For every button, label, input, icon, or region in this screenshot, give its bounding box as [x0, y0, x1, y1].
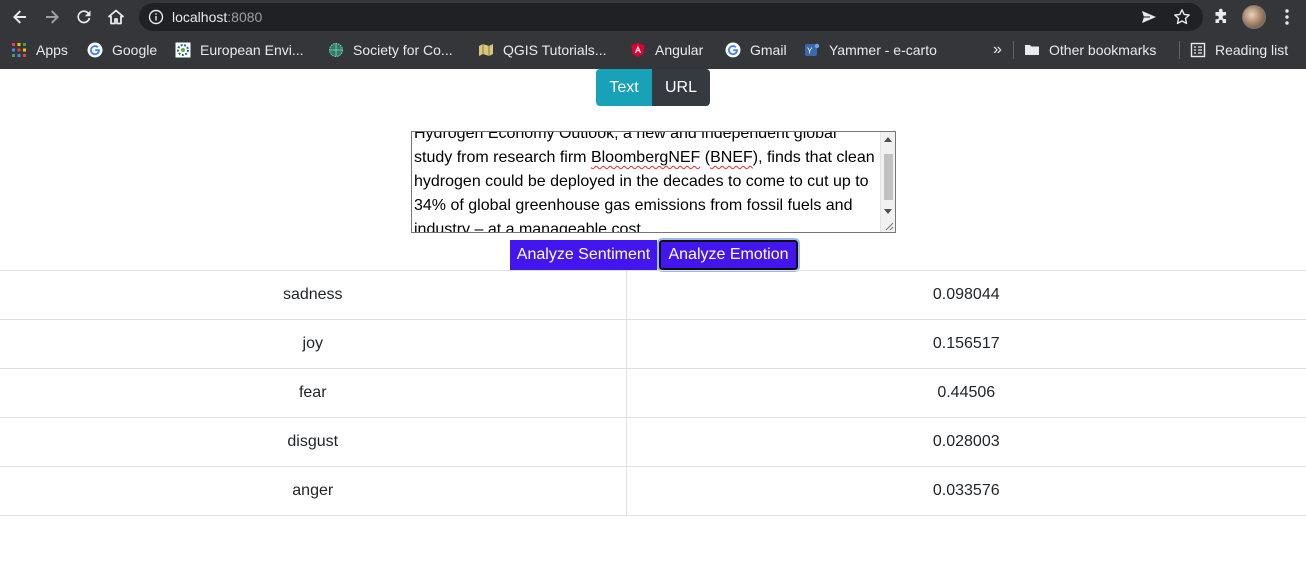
scroll-up-arrow-icon[interactable]: [884, 137, 892, 142]
text-fragment: ), finds that clean: [752, 149, 875, 166]
google-icon: [87, 42, 103, 58]
address-bar[interactable]: localhost:8080: [139, 3, 1203, 31]
reading-list-icon: [1190, 42, 1206, 58]
text-input[interactable]: Hydrogen Economy Outlook, a new and inde…: [411, 131, 896, 233]
table-row: disgust 0.028003: [0, 417, 1306, 467]
emotion-label: sadness: [0, 270, 627, 320]
send-icon[interactable]: [1140, 8, 1158, 26]
analyze-sentiment-button[interactable]: Analyze Sentiment: [510, 240, 657, 270]
bookmark-label: Angular: [655, 42, 704, 58]
resize-handle-icon[interactable]: [883, 220, 894, 231]
other-bookmarks-folder[interactable]: Other bookmarks: [1024, 39, 1156, 61]
google-icon: [725, 42, 741, 58]
overflow-label: »: [993, 41, 1002, 58]
emotion-score: 0.156517: [626, 319, 1306, 369]
bookmarks-bar: Apps Google European Envi... Society for…: [0, 35, 1306, 65]
bookmark-label: QGIS Tutorials...: [503, 42, 607, 58]
angular-icon: [630, 42, 646, 58]
emotion-label: disgust: [0, 417, 627, 467]
reload-icon: [77, 10, 91, 24]
profile-avatar[interactable]: [1242, 5, 1266, 29]
bookmark-yammer[interactable]: Y Yammer - e-carto: [804, 39, 937, 61]
bookmark-label: Google: [112, 42, 158, 58]
browser-toolbar: localhost:8080: [0, 0, 1306, 35]
bookmark-society-for-co[interactable]: Society for Co...: [328, 39, 453, 61]
bookmarks-overflow-button[interactable]: »: [993, 39, 1002, 61]
globe-icon: [328, 42, 344, 58]
tab-url[interactable]: URL: [652, 69, 710, 106]
analyze-emotion-button[interactable]: Analyze Emotion: [657, 238, 800, 272]
table-row: sadness 0.098044: [0, 270, 1306, 320]
bookmark-qgis-tutorials[interactable]: QGIS Tutorials...: [478, 39, 606, 61]
scroll-down-arrow-icon[interactable]: [884, 209, 892, 214]
emotion-label: anger: [0, 466, 627, 516]
bookmark-label: European Envi...: [200, 42, 304, 58]
table-row: joy 0.156517: [0, 319, 1306, 369]
bookmark-label: Gmail: [750, 42, 787, 58]
text-fragment: (: [700, 149, 711, 166]
emotion-score: 0.44506: [626, 368, 1306, 418]
bookmark-google[interactable]: Google: [87, 39, 157, 61]
qgis-icon: [478, 42, 494, 58]
emotion-label: joy: [0, 319, 627, 369]
url-host: localhost: [172, 9, 228, 25]
arrow-left-icon: [13, 10, 26, 24]
text-input-content: Hydrogen Economy Outlook, a new and inde…: [414, 131, 878, 233]
emotion-results-table: sadness 0.098044 joy 0.156517 fear 0.445…: [0, 270, 1306, 516]
reading-list-label: Reading list: [1215, 42, 1289, 58]
bookmarks-divider: [1013, 41, 1014, 59]
text-line: 34% of global greenhouse gas emissions f…: [414, 197, 853, 214]
bookmark-gmail[interactable]: Gmail: [725, 39, 787, 61]
bookmark-label: Society for Co...: [353, 42, 453, 58]
emotion-score: 0.098044: [626, 270, 1306, 320]
scrollbar-thumb[interactable]: [884, 154, 893, 200]
text-line: Hydrogen Economy Outlook, a new and inde…: [414, 131, 837, 142]
bookmark-apps[interactable]: Apps: [11, 39, 68, 61]
text-line: industry – at a manageable cost.: [414, 221, 646, 233]
address-url[interactable]: localhost:8080: [172, 9, 262, 25]
yammer-icon: Y: [804, 42, 820, 58]
text-line: hydrogen could be deployed in the decade…: [414, 173, 869, 190]
back-button[interactable]: [7, 5, 33, 29]
text-line: study from research firm BloombergNEF (B…: [414, 146, 878, 170]
star-icon[interactable]: [1173, 8, 1191, 26]
misspelled-word: BloombergNEF: [590, 149, 701, 166]
info-icon[interactable]: [148, 9, 164, 25]
url-port: :8080: [227, 9, 263, 25]
bookmark-european-envi[interactable]: European Envi...: [175, 39, 304, 61]
folder-icon: [1024, 42, 1040, 58]
input-mode-toggle: Text URL: [596, 69, 710, 106]
misspelled-word: BNEF: [710, 149, 753, 166]
table-row: anger 0.033576: [0, 466, 1306, 516]
forward-button[interactable]: [39, 5, 65, 29]
analyze-actions: Analyze Sentiment Analyze Emotion: [510, 238, 800, 272]
emotion-score: 0.033576: [626, 466, 1306, 516]
emotion-score: 0.028003: [626, 417, 1306, 467]
browser-chrome: localhost:8080 Apps Google European Envi…: [0, 0, 1306, 69]
puzzle-icon[interactable]: [1212, 8, 1230, 26]
other-bookmarks-label: Other bookmarks: [1049, 42, 1157, 58]
textarea-scrollbar[interactable]: [880, 132, 895, 232]
kebab-menu-icon[interactable]: [1278, 7, 1296, 27]
text-fragment: study from research firm: [414, 149, 591, 166]
apps-grid-icon: [11, 42, 27, 58]
eea-icon: [175, 42, 191, 58]
table-row: fear 0.44506: [0, 368, 1306, 418]
reading-list-button[interactable]: Reading list: [1190, 39, 1288, 61]
bookmark-label: Yammer - e-carto: [829, 42, 937, 58]
arrow-right-icon: [46, 10, 59, 24]
bookmark-label: Apps: [36, 42, 68, 58]
emotion-label: fear: [0, 368, 627, 418]
home-button[interactable]: [103, 5, 129, 29]
tab-text[interactable]: Text: [596, 69, 652, 106]
reload-button[interactable]: [71, 5, 97, 29]
bookmarks-divider: [1179, 41, 1180, 59]
svg-text:Y: Y: [807, 47, 813, 56]
bookmark-angular[interactable]: Angular: [630, 39, 703, 61]
home-icon: [108, 9, 124, 25]
